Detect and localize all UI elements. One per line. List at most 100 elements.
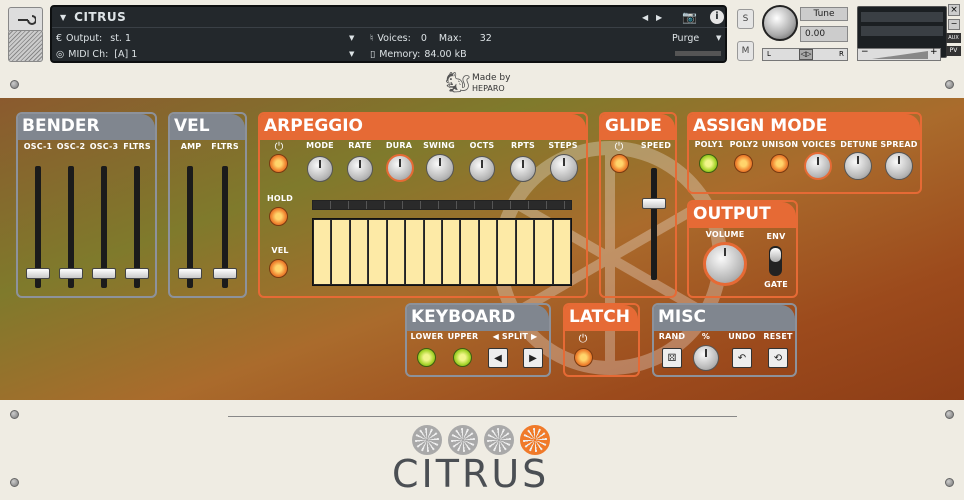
bender-section: BENDER OSC-1 OSC-2 OSC-3 FLTRS	[16, 112, 157, 298]
unison-button[interactable]	[770, 154, 789, 173]
vel-title: VEL	[170, 114, 245, 140]
latch-power-button[interactable]	[574, 348, 593, 367]
output-selector[interactable]: € Output: st. 1 ▼	[56, 31, 366, 45]
glide-speed-slider[interactable]	[651, 168, 657, 280]
misc-title: MISC	[654, 305, 795, 331]
arp-swing-knob[interactable]	[426, 154, 454, 182]
output-volume-knob[interactable]	[703, 242, 747, 286]
arp-rate-knob[interactable]	[347, 156, 373, 182]
vel-fltrs-thumb[interactable]	[213, 268, 237, 279]
arp-step-cell[interactable]	[443, 220, 461, 284]
keyboard-lower-button[interactable]	[417, 348, 436, 367]
pan-slider[interactable]: L ◁▷ R	[762, 48, 848, 61]
bender-osc2-thumb[interactable]	[59, 268, 83, 279]
arp-label-mode: MODE	[306, 141, 334, 150]
solo-button[interactable]: S	[737, 9, 754, 29]
arpeggio-power-button[interactable]	[269, 154, 288, 173]
poly2-button[interactable]	[734, 154, 753, 173]
bender-fltrs-thumb[interactable]	[125, 268, 149, 279]
purge-dropdown[interactable]: Purge ▼	[672, 31, 724, 45]
tune-knob[interactable]	[762, 5, 798, 41]
undo-icon[interactable]: ↶	[732, 348, 752, 368]
rand-percent-knob[interactable]	[693, 345, 719, 371]
next-instrument-icon[interactable]: ▶	[656, 13, 662, 22]
arp-step-cell[interactable]	[498, 220, 516, 284]
arp-octs-knob[interactable]	[469, 156, 495, 182]
reset-icon[interactable]: ⟲	[768, 348, 788, 368]
collapse-icon[interactable]: ▼	[60, 13, 66, 22]
arp-dura-knob[interactable]	[386, 154, 414, 182]
arp-step-cell[interactable]	[406, 220, 424, 284]
prev-instrument-icon[interactable]: ◀	[642, 13, 648, 22]
volume-slider[interactable]: − +	[857, 47, 941, 61]
max-voices-value[interactable]: 32	[480, 33, 492, 44]
assign-label-voices: VOICES	[801, 140, 837, 149]
minimize-button[interactable]: −	[948, 19, 960, 30]
arp-step-cell[interactable]	[516, 220, 535, 284]
camera-icon[interactable]: 📷	[682, 10, 697, 24]
midi-selector[interactable]: ◎ MIDI Ch: [A] 1 ▼	[56, 47, 366, 61]
arp-step-cell[interactable]	[369, 220, 387, 284]
assign-label-poly1: POLY1	[694, 140, 724, 149]
divider	[228, 416, 737, 417]
arp-steps-knob[interactable]	[550, 154, 578, 182]
info-icon[interactable]: i	[710, 10, 724, 24]
pv-button[interactable]: PV	[946, 46, 961, 56]
bender-osc1-thumb[interactable]	[26, 268, 50, 279]
bender-osc3-thumb[interactable]	[92, 268, 116, 279]
assign-mode-title: ASSIGN MODE	[689, 114, 920, 140]
tune-value[interactable]: 0.00	[800, 26, 848, 42]
arp-step-cell[interactable]	[332, 220, 350, 284]
voices-knob[interactable]	[804, 152, 832, 180]
vel-amp-thumb[interactable]	[178, 268, 202, 279]
arp-step-cell[interactable]	[424, 220, 442, 284]
glide-speed-thumb[interactable]	[642, 198, 666, 209]
arp-step-cell[interactable]	[314, 220, 332, 284]
close-button[interactable]: ×	[948, 4, 960, 16]
detune-knob[interactable]	[844, 152, 872, 180]
env-gate-switch[interactable]	[769, 246, 782, 276]
brand-label: HEPARO	[472, 84, 505, 93]
split-left-button[interactable]: ◀	[488, 348, 508, 368]
screw-icon	[945, 410, 954, 419]
keyboard-upper-button[interactable]	[453, 348, 472, 367]
arp-step-cell[interactable]	[350, 220, 369, 284]
arp-vel-button[interactable]	[269, 259, 288, 278]
arp-mode-knob[interactable]	[307, 156, 333, 182]
screw-icon	[10, 410, 19, 419]
level-meter	[675, 51, 721, 56]
poly1-button[interactable]	[699, 154, 718, 173]
assign-label-detune: DETUNE	[840, 140, 878, 149]
glide-section: GLIDE ⏻ SPEED	[599, 112, 677, 298]
arp-step-cell[interactable]	[479, 220, 498, 284]
glide-title: GLIDE	[601, 114, 675, 140]
purge-label: Purge	[672, 32, 700, 44]
spread-knob[interactable]	[885, 152, 913, 180]
instrument-name[interactable]: CITRUS	[74, 10, 126, 24]
pan-thumb[interactable]: ◁▷	[799, 49, 813, 60]
assign-label-spread: SPREAD	[880, 140, 918, 149]
instrument-header-bar: ▼ CITRUS ◀ ▶ 📷 i € Output: st. 1 ▼ ◎ MID…	[0, 0, 964, 70]
max-label: Max:	[438, 32, 462, 44]
hold-button[interactable]	[269, 207, 288, 226]
aux-button[interactable]: AUX	[946, 33, 961, 43]
instrument-thumbnail[interactable]	[8, 30, 43, 62]
keyboard-upper-label: UPPER	[447, 332, 479, 341]
bender-label-osc3: OSC-3	[89, 142, 119, 151]
arp-rpts-knob[interactable]	[510, 156, 536, 182]
output-section: OUTPUT VOLUME ENV GATE	[687, 200, 798, 298]
made-by-label: Made by	[472, 73, 511, 83]
glide-power-button[interactable]	[610, 154, 629, 173]
step-grid[interactable]	[312, 218, 572, 286]
arp-label-swing: SWING	[423, 141, 455, 150]
arp-step-cell[interactable]	[387, 220, 406, 284]
arp-step-cell[interactable]	[461, 220, 479, 284]
arp-step-cell[interactable]	[553, 220, 571, 284]
squirrel-logo-icon: 🐿	[445, 70, 471, 94]
split-right-button[interactable]: ▶	[523, 348, 543, 368]
mute-button[interactable]: M	[737, 41, 754, 61]
arp-step-cell[interactable]	[535, 220, 553, 284]
env-label: ENV	[766, 232, 786, 241]
dice-icon[interactable]: ⚄	[662, 348, 682, 368]
arp-vel-label: VEL	[271, 246, 289, 255]
